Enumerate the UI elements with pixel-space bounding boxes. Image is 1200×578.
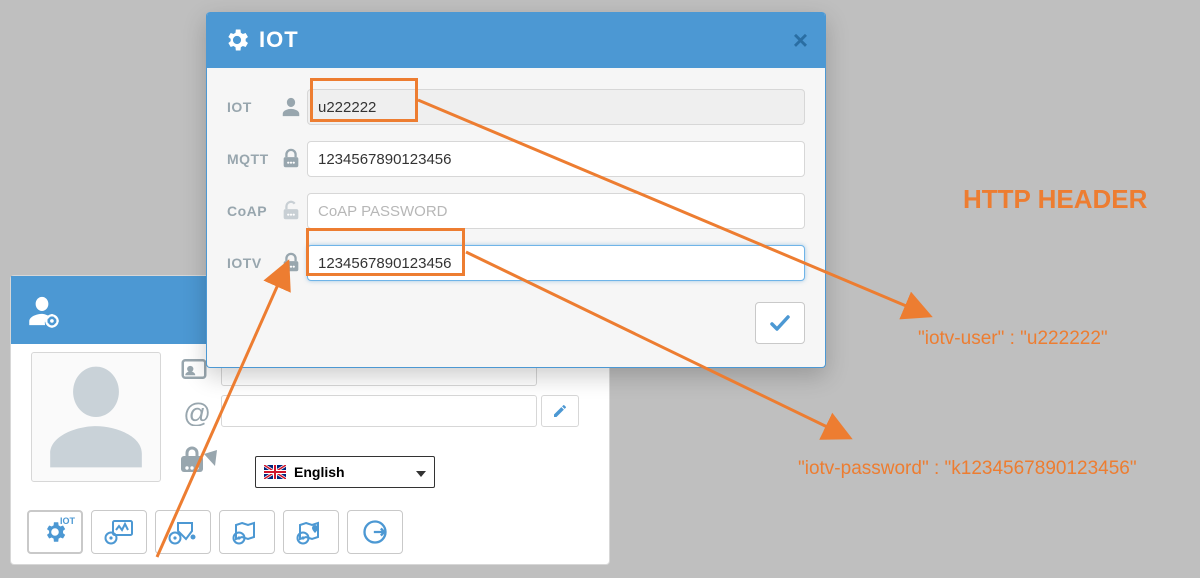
lock-icon (275, 252, 307, 274)
gear-map2-icon (296, 519, 326, 545)
annotation-title: HTTP HEADER (963, 184, 1147, 215)
lock-icon (275, 148, 307, 170)
gear-paint-icon (168, 519, 198, 545)
annotation-iotv-password: "iotv-password" : "k1234567890123456" (798, 458, 1137, 480)
at-icon: @ (179, 396, 211, 428)
svg-text:@: @ (183, 397, 209, 426)
modal-footer (207, 302, 825, 360)
field-row-mqtt: MQTT (227, 136, 805, 182)
check-icon (768, 311, 792, 335)
toolbar-logout-button[interactable] (347, 510, 403, 554)
logout-icon (361, 518, 389, 546)
mqtt-password-input[interactable] (307, 141, 805, 177)
iotv-password-input[interactable] (307, 245, 805, 281)
iot-modal: IOT × IOT MQTT CoAP IOTV (206, 12, 826, 368)
field-row-coap: CoAP (227, 188, 805, 234)
chevron-down-icon (416, 464, 426, 480)
field-row-iot: IOT (227, 84, 805, 130)
annotation-iotv-user: "iotv-user" : "u222222" (918, 328, 1108, 350)
toolbar-iot-button[interactable]: IOT (27, 510, 83, 554)
pencil-icon (552, 403, 568, 419)
toolbar-monitor-button[interactable] (91, 510, 147, 554)
iot-label: IOT (227, 99, 275, 115)
user-icon (275, 96, 307, 118)
mqtt-label: MQTT (227, 151, 275, 167)
avatar-placeholder-icon (41, 362, 151, 472)
toolbar-map1-button[interactable] (219, 510, 275, 554)
iot-user-input[interactable] (307, 89, 805, 125)
avatar (31, 352, 161, 482)
gear-monitor-icon (104, 519, 134, 545)
flag-uk-icon (264, 465, 286, 479)
profile-toolbar: IOT (11, 500, 609, 564)
gear-icon (223, 26, 251, 54)
lock-open-icon (275, 200, 307, 222)
modal-title: IOT (259, 27, 299, 53)
edit-email-button[interactable] (541, 395, 579, 427)
confirm-button[interactable] (755, 302, 805, 344)
modal-body: IOT MQTT CoAP IOTV (207, 68, 825, 302)
toolbar-map2-button[interactable] (283, 510, 339, 554)
language-select[interactable]: English (255, 456, 435, 488)
toolbar-color-button[interactable] (155, 510, 211, 554)
iotv-label: IOTV (227, 255, 275, 271)
language-label: English (294, 464, 345, 480)
coap-label: CoAP (227, 203, 275, 219)
coap-password-input[interactable] (307, 193, 805, 229)
field-row-iotv: IOTV (227, 240, 805, 286)
close-icon[interactable]: × (793, 25, 809, 56)
gear-map-icon (232, 519, 262, 545)
modal-header: IOT × (207, 12, 825, 68)
user-settings-icon (25, 294, 59, 328)
language-icon (179, 446, 211, 478)
profile-email-input[interactable] (221, 395, 537, 427)
toolbar-iot-sup: IOT (60, 516, 75, 526)
